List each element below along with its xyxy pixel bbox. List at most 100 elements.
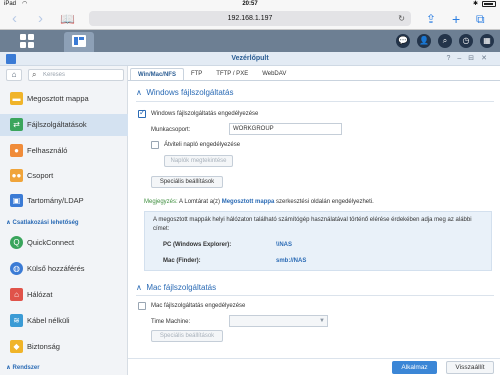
group-icon: ●● — [10, 169, 23, 182]
shared-folder-link[interactable]: Megosztott mappa — [222, 199, 275, 205]
view-logs-button[interactable]: Naplók megtekintése — [164, 155, 233, 167]
pc-label: PC (Windows Explorer): — [163, 242, 232, 248]
sidebar-item-security[interactable]: ◆ Biztonság — [0, 336, 128, 358]
back-arrow-icon[interactable]: ‹ — [12, 11, 17, 27]
sidebar-item-label: Tartomány/LDAP — [27, 196, 84, 205]
mac-advanced-settings-button[interactable]: Speciális beállítások — [151, 330, 223, 342]
settings-panel: ∧ Windows fájlszolgáltatás Windows fájls… — [128, 81, 500, 358]
tab-ftp[interactable]: FTP — [184, 68, 209, 80]
url-text: 192.168.1.197 — [227, 15, 273, 22]
tab-bar: Win/Mac/NFS FTP TFTP / PXE WebDAV — [130, 68, 293, 80]
search-icon[interactable]: ⌕ — [438, 34, 452, 48]
section-label: Rendszer — [12, 365, 40, 371]
widgets-icon[interactable]: ◷ — [459, 34, 473, 48]
help-icon[interactable]: ? — [446, 55, 457, 62]
sidebar-item-label: Fájlszolgáltatások — [27, 120, 87, 129]
bluetooth-icon: ✱ — [472, 1, 478, 7]
control-panel-taskbar-button[interactable] — [64, 32, 94, 52]
search-field[interactable]: ⌕ — [28, 69, 124, 81]
chevron-up-icon: ∧ — [136, 283, 142, 292]
wifi-icon: ≋ — [10, 314, 23, 327]
globe-icon: ◍ — [10, 262, 23, 275]
time-machine-label: Time Machine: — [151, 319, 191, 325]
transfer-log-label: Átviteli napló engedélyezése — [164, 142, 241, 148]
mac-address: smb://NAS — [276, 258, 307, 264]
sidebar-item-wireless[interactable]: ≋ Kábel nélküli — [0, 310, 128, 332]
ios-status-bar: iPad ◠ 20:57 ✱ — [0, 0, 500, 8]
sidebar-item-label: Biztonság — [27, 342, 60, 351]
tab-tftp-pxe[interactable]: TFTP / PXE — [209, 68, 255, 80]
minimize-icon[interactable]: – — [457, 55, 468, 62]
section-divider — [136, 295, 494, 296]
domain-icon: ▣ — [10, 194, 23, 207]
transfer-log-checkbox[interactable] — [151, 141, 159, 149]
revert-button[interactable]: Visszaállít — [446, 361, 494, 374]
search-icon: ⌕ — [32, 70, 37, 79]
battery-icon — [482, 1, 496, 7]
main-menu-icon[interactable] — [20, 34, 34, 48]
dialog-footer: Alkalmaz Visszaállít — [128, 358, 500, 375]
sidebar-item-network[interactable]: ⌂ Hálózat — [0, 284, 128, 306]
quickconnect-icon: Q — [10, 236, 23, 249]
windows-advanced-settings-button[interactable]: Speciális beállítások — [151, 176, 223, 188]
mac-section-header[interactable]: ∧ Mac fájlszolgáltatás — [136, 283, 216, 292]
forward-arrow-icon[interactable]: › — [38, 11, 43, 27]
search-input[interactable] — [43, 71, 121, 79]
control-panel-icon — [72, 35, 86, 47]
chevron-down-icon: ▼ — [319, 318, 325, 324]
windows-enable-checkbox[interactable] — [138, 108, 146, 118]
grid-icon[interactable]: ▦ — [480, 34, 494, 48]
close-icon[interactable]: ✕ — [481, 55, 494, 62]
chevron-up-icon: ∧ — [136, 88, 142, 97]
share-icon[interactable]: ⇪ — [426, 11, 436, 27]
mac-enable-checkbox[interactable] — [138, 302, 146, 310]
sidebar-item-label: Csoport — [27, 171, 54, 180]
sidebar-item-shared-folder[interactable]: ▬ Megosztott mappa — [0, 88, 128, 110]
workgroup-input[interactable]: WORKGROUP — [229, 123, 342, 135]
sidebar-item-group[interactable]: ●● Csoport — [0, 165, 128, 187]
section-connectivity-header[interactable]: ∧ Csatlakozási lehetőség — [6, 219, 79, 226]
chat-icon[interactable]: 💬 — [396, 34, 410, 48]
tabs-icon[interactable]: ⧉ — [476, 11, 485, 27]
maximize-icon[interactable]: ⊟ — [468, 55, 481, 62]
windows-section-header[interactable]: ∧ Windows fájlszolgáltatás — [136, 88, 233, 97]
sidebar-item-user[interactable]: ● Felhasználó — [0, 140, 128, 162]
recycle-bin-note: Megjegyzés: A Lomtárat a(z) Megosztott m… — [144, 199, 374, 205]
section-title: Windows fájlszolgáltatás — [146, 88, 234, 97]
sidebar-item-file-services[interactable]: ⇄ Fájlszolgáltatások — [0, 114, 128, 136]
reload-icon[interactable]: ↻ — [398, 11, 405, 26]
sidebar-item-domain-ldap[interactable]: ▣ Tartomány/LDAP — [0, 190, 128, 212]
section-system-header[interactable]: ∧ Rendszer — [6, 364, 40, 371]
address-bar[interactable]: 192.168.1.197 ↻ — [89, 11, 411, 26]
mac-label: Mac (Finder): — [163, 258, 201, 264]
section-divider — [136, 101, 494, 102]
sidebar-item-label: Kábel nélküli — [27, 316, 70, 325]
apply-button[interactable]: Alkalmaz — [392, 361, 437, 374]
bookmarks-icon[interactable]: 📖 — [60, 11, 75, 27]
sidebar-item-label: Külső hozzáférés — [27, 264, 85, 273]
folder-icon: ▬ — [10, 92, 23, 105]
tab-win-mac-nfs[interactable]: Win/Mac/NFS — [130, 68, 184, 80]
shield-icon: ◆ — [10, 340, 23, 353]
user-icon: ● — [10, 144, 23, 157]
section-label: Csatlakozási lehetőség — [12, 220, 79, 226]
note-text-suffix: szerkesztési oldalán engedélyezheti. — [274, 199, 374, 205]
sidebar-item-label: QuickConnect — [27, 238, 75, 247]
sidebar: ⌂ ⌕ ▬ Megosztott mappa ⇄ Fájlszolgáltatá… — [0, 66, 128, 375]
time-machine-select[interactable]: ▼ — [229, 315, 328, 327]
home-icon[interactable]: ⌂ — [6, 69, 22, 81]
info-text: A megosztott mappák helyi hálózaton talá… — [153, 217, 472, 232]
window-title-bar: Vezérlőpult ?–⊟✕ — [0, 52, 500, 66]
window-title: Vezérlőpult — [231, 55, 269, 62]
workgroup-label: Munkacsoport: — [151, 127, 191, 133]
sidebar-item-label: Megosztott mappa — [27, 94, 89, 103]
sidebar-item-external-access[interactable]: ◍ Külső hozzáférés — [0, 258, 128, 280]
chevron-up-icon: ∧ — [6, 365, 11, 371]
address-info-box: A megosztott mappák helyi hálózaton talá… — [144, 211, 492, 271]
tab-webdav[interactable]: WebDAV — [255, 68, 293, 80]
sidebar-item-label: Felhasználó — [27, 146, 68, 155]
chevron-up-icon: ∧ — [6, 220, 11, 226]
user-icon[interactable]: 👤 — [417, 34, 431, 48]
new-tab-icon[interactable]: + — [452, 11, 460, 27]
sidebar-item-quickconnect[interactable]: Q QuickConnect — [0, 232, 128, 254]
